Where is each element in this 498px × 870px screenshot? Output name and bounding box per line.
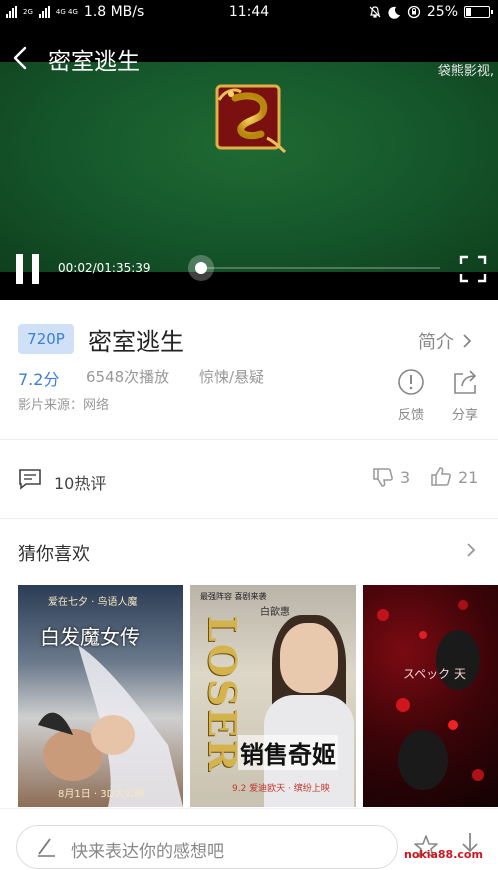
mute-icon (369, 6, 381, 18)
chevron-right-icon (463, 334, 472, 348)
pause-icon-bar-left (16, 254, 23, 284)
video-watermark: 袋熊影视, (437, 64, 494, 79)
dragon-logo-icon (215, 84, 287, 154)
dislike-button[interactable]: 3 (372, 466, 410, 488)
intro-label: 简介 (418, 332, 454, 353)
pause-button[interactable] (16, 254, 40, 284)
poster-card[interactable]: 爱在七夕 · 鸟语人魔 白发魔女传 8月1日 · 3D大公映 (18, 585, 183, 807)
progress-knob[interactable] (188, 255, 214, 281)
playback-time: 00:02/01:35:39 (58, 261, 151, 275)
site-watermark: nokia88.com (404, 848, 483, 861)
poster-actor: 白歆惠 (260, 607, 290, 618)
feedback-label: 反馈 (397, 408, 424, 423)
hot-comments-label: 10热评 (54, 474, 107, 493)
poster-date: 8月1日 · 3D大公映 (58, 789, 145, 800)
movie-source: 影片来源：网络 (18, 398, 110, 413)
like-count: 21 (458, 467, 479, 487)
battery-icon (464, 6, 493, 18)
progress-track[interactable] (200, 267, 440, 269)
moon-icon (388, 6, 400, 19)
poster-artwork (377, 600, 484, 790)
poster-card[interactable]: 最强阵容 喜剧来袭 白歆惠 LOSER 销售奇姬 9.2 爱迪欧天 · 缤纷上映 (190, 585, 356, 807)
status-bar: 2G 4G 4G 1.8 MB/s 11:44 25% (0, 0, 498, 26)
poster-tagline: 爱在七夕 · 鸟语人魔 (48, 597, 138, 608)
poster-title: 销售奇姬 (238, 735, 338, 770)
genre: 惊悚/悬疑 (199, 368, 265, 386)
status-right: 25% (368, 4, 493, 20)
pause-icon-bar-right (32, 254, 39, 284)
back-icon[interactable] (10, 44, 32, 72)
feedback-button[interactable]: 反馈 (394, 368, 428, 423)
quality-badge[interactable]: 720P (18, 324, 74, 354)
video-player[interactable]: 袋熊影视, 密室逃生 00:02/01:35:39 (0, 26, 498, 300)
thumbs-down-icon (373, 468, 393, 487)
play-count: 6548次播放 (86, 368, 170, 386)
rating: 7.2分 (18, 370, 60, 389)
exclamation-circle-icon (398, 369, 424, 395)
recommendations-title: 猜你喜欢 (18, 544, 90, 565)
divider (0, 518, 498, 519)
battery-percent: 25% (426, 4, 458, 20)
fullscreen-icon[interactable] (459, 255, 487, 283)
movie-info: 720P 密室逃生 简介 7.2分 6548次播放 惊悚/悬疑 影片来源：网络 … (0, 300, 498, 438)
hot-comments-bar[interactable]: 10热评 3 21 (0, 440, 498, 518)
player-title: 密室逃生 (48, 49, 140, 75)
share-icon (454, 370, 477, 394)
poster-card[interactable]: スペック 天 (363, 585, 498, 807)
intro-link[interactable]: 简介 (418, 328, 472, 354)
battery-level (466, 8, 471, 16)
poster-figure-face (280, 623, 338, 693)
comment-icon (19, 469, 41, 490)
poster-tagline: 最强阵容 喜剧来袭 (200, 592, 267, 601)
poster-title: 白发魔女传 (40, 625, 140, 649)
comment-input-placeholder: 快来表达你的感想吧 (71, 842, 224, 862)
share-button[interactable]: 分享 (448, 368, 482, 423)
poster-artwork (38, 645, 183, 807)
movie-title: 密室逃生 (88, 328, 184, 356)
thumbs-up-icon (431, 467, 451, 486)
dislike-count: 3 (400, 467, 411, 487)
poster-date: 9.2 爱迪欧天 · 缤纷上映 (232, 784, 330, 794)
poster-title: スペック 天 (403, 667, 466, 681)
comment-input[interactable]: 快来表达你的感想吧 (16, 825, 398, 869)
like-button[interactable]: 21 (430, 466, 478, 488)
share-label: 分享 (451, 408, 478, 423)
rotation-lock-icon (407, 5, 421, 19)
chevron-right-icon[interactable] (466, 542, 476, 558)
pen-icon (38, 838, 55, 857)
